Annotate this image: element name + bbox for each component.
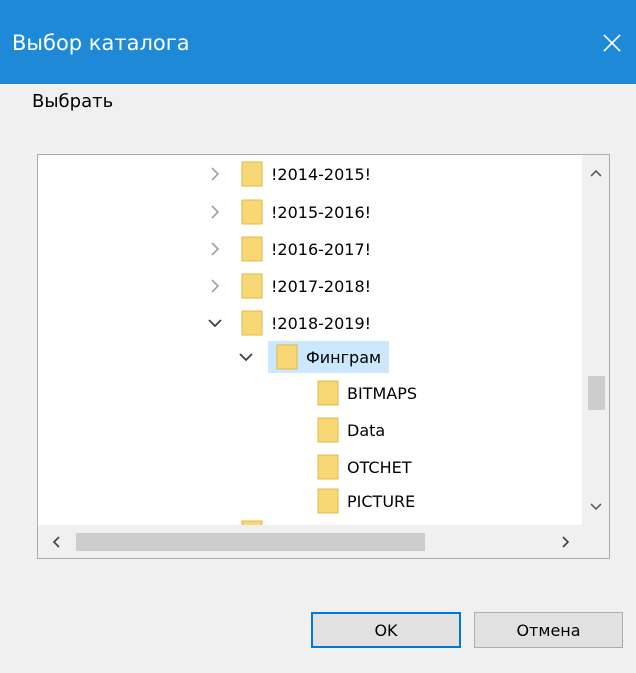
tree-viewport: !2014-2015! !2015-2016! !2016-2017! !201… [38, 155, 584, 525]
close-icon [603, 34, 621, 52]
horizontal-scroll-thumb[interactable] [76, 533, 425, 551]
selection-highlight: Финграм [268, 341, 390, 373]
tree-item-label: !2017-2018! [271, 276, 372, 296]
cancel-button[interactable]: Отмена [474, 612, 623, 648]
title-bar[interactable]: Выбор каталога [0, 0, 636, 84]
horizontal-scrollbar[interactable] [38, 525, 584, 558]
scroll-left-button[interactable] [48, 533, 64, 551]
folder-icon [317, 454, 339, 480]
chevron-right-icon[interactable] [205, 239, 225, 259]
tree-item-label: PICTURE [347, 491, 416, 511]
tree-item-label: Data [347, 420, 386, 440]
folder-icon [317, 488, 339, 514]
folder-icon [317, 380, 339, 406]
folder-icon [241, 199, 263, 225]
chevron-left-icon [52, 536, 60, 548]
tree-item-label: BITMAPS [347, 383, 418, 403]
close-button[interactable] [588, 20, 636, 66]
scroll-down-button[interactable] [586, 499, 606, 515]
folder-icon [241, 310, 263, 336]
folder-icon [317, 417, 339, 443]
tree-item[interactable]: Data [301, 414, 385, 446]
scrollbar-corner [582, 525, 609, 558]
tree-item-label: !2018-2019! [271, 313, 372, 333]
tree-item-label: Финграм [306, 347, 382, 367]
folder-icon [276, 344, 298, 370]
folder-tree[interactable]: !2014-2015! !2015-2016! !2016-2017! !201… [37, 154, 610, 559]
scroll-up-button[interactable] [586, 165, 606, 181]
tree-item[interactable]: !2014-2015! [205, 158, 371, 190]
select-directory-dialog: Выбор каталога Выбрать !2014-2015! !2015… [0, 0, 636, 673]
chevron-right-icon[interactable] [205, 276, 225, 296]
chevron-down-icon[interactable] [236, 347, 256, 367]
tree-item[interactable]: !2015-2016! [205, 196, 371, 228]
vertical-scrollbar[interactable] [582, 155, 609, 525]
prompt-label: Выбрать [32, 91, 114, 112]
tree-item[interactable]: BITMAPS [301, 377, 417, 409]
folder-icon [241, 236, 263, 262]
dialog-title: Выбор каталога [12, 31, 190, 55]
tree-item[interactable]: !2017-2018! [205, 270, 371, 302]
vertical-scroll-thumb[interactable] [588, 376, 605, 410]
tree-item[interactable]: OTCHET [301, 451, 412, 483]
chevron-down-icon[interactable] [205, 313, 225, 333]
tree-item-selected[interactable]: Финграм [236, 341, 390, 373]
chevron-right-icon [562, 536, 570, 548]
tree-item-label: !2014-2015! [271, 164, 372, 184]
tree-item[interactable]: !2016-2017! [205, 233, 371, 265]
chevron-right-icon[interactable] [205, 164, 225, 184]
tree-item-label: !2016-2017! [271, 239, 372, 259]
tree-item[interactable]: !2018-2019! [205, 307, 371, 339]
tree-item[interactable]: PICTURE [301, 485, 415, 517]
folder-icon [241, 273, 263, 299]
chevron-up-icon [590, 169, 602, 177]
folder-icon [241, 161, 263, 187]
chevron-down-icon [590, 503, 602, 511]
scroll-right-button[interactable] [558, 533, 574, 551]
tree-item-label: OTCHET [347, 457, 412, 477]
ok-button[interactable]: OK [311, 612, 461, 648]
tree-item-label: !2015-2016! [271, 202, 372, 222]
chevron-right-icon[interactable] [205, 202, 225, 222]
